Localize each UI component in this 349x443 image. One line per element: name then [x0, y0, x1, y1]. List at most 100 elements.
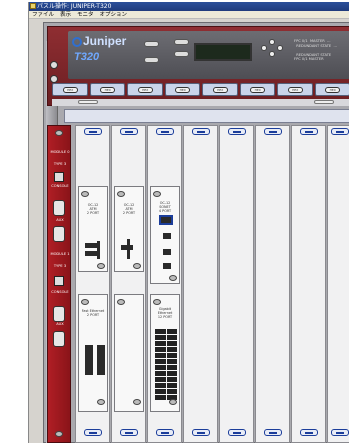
status-led-icon[interactable]: HEX [175, 87, 191, 93]
status-led-icon[interactable]: HEX [137, 87, 153, 93]
fpc-ejector-top[interactable] [55, 130, 63, 136]
slot-ejector-icon[interactable] [120, 429, 138, 436]
alarm-slot: HEX [127, 83, 163, 96]
pic-card-4[interactable]: Fast Ethernet 2 PORT [78, 294, 108, 412]
slot-ejector-icon[interactable] [331, 128, 349, 135]
ge-port-icon[interactable] [166, 371, 177, 376]
pic-handle-icon[interactable] [153, 299, 161, 305]
enter-button[interactable] [174, 39, 189, 45]
ge-port-icon[interactable] [155, 359, 166, 364]
ge-port-icon[interactable] [166, 365, 177, 370]
status-led-icon[interactable]: HEX [287, 87, 303, 93]
ge-port-icon[interactable] [166, 329, 177, 334]
craft-alarm-button[interactable] [50, 75, 58, 83]
ge-port-icon[interactable] [155, 365, 166, 370]
ge-port-icon[interactable] [166, 353, 177, 358]
optical-port-icon[interactable] [163, 249, 171, 255]
ge-port-icon[interactable] [155, 395, 166, 400]
nav-right-button[interactable] [277, 45, 283, 51]
ge-port-icon[interactable] [166, 335, 177, 340]
console-port-icon[interactable] [53, 200, 65, 216]
ge-port-icon[interactable] [166, 377, 177, 382]
pic-card-3[interactable]: OC-12 SONET 4 PORT [150, 186, 180, 284]
optical-port-icon[interactable] [161, 217, 171, 223]
slot-ejector-icon[interactable] [156, 429, 174, 436]
console-port-icon[interactable] [53, 306, 65, 322]
pic-handle-icon[interactable] [153, 191, 161, 197]
status-led-icon[interactable]: HEX [212, 87, 228, 93]
alarm-slot: HEX [314, 83, 349, 96]
menu-options[interactable]: オプション [100, 11, 128, 18]
pic-handle-icon[interactable] [81, 299, 89, 305]
nav-left-button[interactable] [261, 45, 267, 51]
pic-handle-icon[interactable] [133, 263, 141, 269]
menu-button[interactable] [144, 41, 159, 47]
ge-port-icon[interactable] [166, 341, 177, 346]
slot-ejector-icon[interactable] [228, 429, 246, 436]
pic-handle-icon[interactable] [169, 399, 177, 405]
fpc-ejector-bottom[interactable] [55, 431, 63, 437]
ge-port-icon[interactable] [166, 389, 177, 394]
ge-port-icon[interactable] [166, 359, 177, 364]
pic-handle-icon[interactable] [117, 191, 125, 197]
slot-ejector-icon[interactable] [228, 128, 246, 135]
nav-down-button[interactable] [269, 51, 275, 57]
ge-port-icon[interactable] [166, 347, 177, 352]
menu-monitor[interactable]: モニタ [77, 11, 94, 18]
slot-ejector-icon[interactable] [264, 128, 282, 135]
ge-port-icon[interactable] [155, 347, 166, 352]
menu-file[interactable]: ファイル [32, 11, 54, 18]
lcd-display [194, 43, 252, 61]
aux-port-icon[interactable] [53, 226, 65, 242]
optical-port-icon[interactable] [163, 263, 171, 269]
juniper-logo-icon [72, 36, 82, 47]
status-led-icon[interactable]: HEX [62, 87, 78, 93]
slot-ejector-icon[interactable] [192, 429, 210, 436]
pic-handle-icon[interactable] [117, 299, 125, 305]
slot-ejector-icon[interactable] [84, 429, 102, 436]
ge-port-icon[interactable] [155, 329, 166, 334]
alarm-slot: HEX [277, 83, 313, 96]
ethernet-port-icon[interactable] [54, 276, 64, 286]
ge-port-icon[interactable] [155, 335, 166, 340]
pic-handle-icon[interactable] [81, 191, 89, 197]
nav-up-button[interactable] [269, 39, 275, 45]
aux-port-icon[interactable] [53, 331, 65, 347]
pic-card-empty[interactable] [114, 294, 144, 412]
ge-port-icon[interactable] [155, 383, 166, 388]
cage-handle-bar [64, 109, 349, 123]
pic-handle-icon[interactable] [97, 263, 105, 269]
pic-handle-icon[interactable] [97, 399, 105, 405]
slot-ejector-icon[interactable] [300, 128, 318, 135]
pic-5-label: Gigabit Ethernet 12 PORT [157, 307, 173, 319]
pic-card-5[interactable]: Gigabit Ethernet 12 PORT [150, 294, 180, 412]
pic-handle-icon[interactable] [169, 275, 177, 281]
status-led-icon[interactable]: HEX [250, 87, 266, 93]
slot-ejector-icon[interactable] [192, 128, 210, 135]
fpc-card[interactable]: MODULE 0 TYPE 3 CONSOLE AUX MODULE 1 TYP… [47, 125, 71, 443]
slot-ejector-icon[interactable] [264, 429, 282, 436]
pic-handle-icon[interactable] [133, 399, 141, 405]
ge-port-icon[interactable] [155, 353, 166, 358]
ethernet-port-icon[interactable] [54, 172, 64, 182]
pic-card-1[interactable]: OC-12 ATM 2 PORT [78, 186, 108, 272]
slot-6 [255, 125, 290, 443]
slot-ejector-icon[interactable] [156, 128, 174, 135]
slot-ejector-icon[interactable] [120, 128, 138, 135]
status-led-icon[interactable]: HEX [325, 87, 341, 93]
slot-ejector-icon[interactable] [331, 429, 349, 436]
optical-port-icon[interactable] [163, 233, 171, 239]
status-led-icon[interactable]: HEX [100, 87, 116, 93]
menu-view[interactable]: 表示 [60, 11, 71, 18]
ge-port-icon[interactable] [155, 371, 166, 376]
slot-ejector-icon[interactable] [84, 128, 102, 135]
craft-reset-button[interactable] [50, 61, 58, 69]
ge-port-icon[interactable] [155, 341, 166, 346]
slot-ejector-icon[interactable] [300, 429, 318, 436]
ge-port-icon[interactable] [155, 377, 166, 382]
pic-card-2[interactable]: OC-12 ATM 2 PORT [114, 186, 144, 272]
ge-port-icon[interactable] [166, 383, 177, 388]
exit-button[interactable] [174, 51, 189, 57]
ge-port-icon[interactable] [155, 389, 166, 394]
clear-button[interactable] [144, 57, 159, 63]
